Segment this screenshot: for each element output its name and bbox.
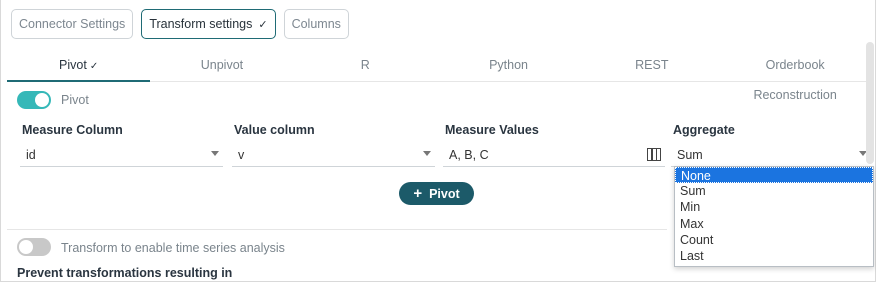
aggregate-option-none[interactable]: None xyxy=(675,167,873,184)
transform-tabs: Pivot ✓ Unpivot R Python REST Orderbook R… xyxy=(7,50,867,102)
aggregate-option-sum[interactable]: Sum xyxy=(675,183,873,199)
aggregate-select[interactable]: Sum xyxy=(671,145,871,167)
value-column-select[interactable]: v xyxy=(232,145,435,167)
aggregate-option-last[interactable]: Last xyxy=(675,248,873,264)
tab-label: Orderbook Reconstruction xyxy=(753,58,837,102)
pivot-button[interactable]: + Pivot xyxy=(399,182,474,205)
tab-label: REST xyxy=(635,58,669,72)
tab-label: R xyxy=(360,58,370,72)
aggregate-header: Aggregate xyxy=(673,123,735,137)
aggregate-option-count[interactable]: Count xyxy=(675,232,873,248)
tab-orderbook-reconstruction[interactable]: Orderbook Reconstruction xyxy=(723,50,866,102)
chevron-down-icon xyxy=(423,151,431,156)
pivot-toggle-label: Pivot xyxy=(61,93,89,107)
wizard-steps: Connector Settings Transform settings ✓ C… xyxy=(11,9,349,39)
step-label: Columns xyxy=(291,17,341,31)
aggregate-options-list: None Sum Min Max Count Last xyxy=(674,166,874,267)
tab-label: Unpivot xyxy=(200,58,244,72)
prevent-transformations-label: Prevent transformations resulting in xyxy=(17,266,233,280)
section-divider xyxy=(7,229,667,230)
step-columns[interactable]: Columns xyxy=(283,9,349,39)
toggle-knob xyxy=(35,93,49,107)
aggregate-option-min[interactable]: Min xyxy=(675,199,873,215)
step-label: Connector Settings xyxy=(19,17,126,31)
tab-label: Pivot xyxy=(59,58,87,72)
check-icon: ✓ xyxy=(89,61,99,72)
tab-pivot[interactable]: Pivot ✓ xyxy=(7,50,151,82)
value-column-value: v xyxy=(238,148,245,162)
measure-values-field[interactable]: A, B, C xyxy=(443,145,665,167)
chevron-down-icon xyxy=(211,151,219,156)
time-series-toggle[interactable] xyxy=(17,238,51,256)
measure-values-value: A, B, C xyxy=(449,148,489,162)
tab-r[interactable]: R xyxy=(294,50,437,81)
aggregate-option-max[interactable]: Max xyxy=(675,216,873,232)
measure-values-header: Measure Values xyxy=(445,123,539,137)
toggle-knob xyxy=(19,240,33,254)
step-label: Transform settings xyxy=(149,17,253,31)
check-icon: ✓ xyxy=(258,18,268,31)
measure-column-header: Measure Column xyxy=(22,123,123,137)
columns-picker-icon[interactable] xyxy=(647,148,661,161)
tab-python[interactable]: Python xyxy=(437,50,580,81)
step-connector-settings[interactable]: Connector Settings xyxy=(11,9,134,39)
measure-column-value: id xyxy=(26,148,36,162)
tab-rest[interactable]: REST xyxy=(580,50,723,81)
pivot-button-label: Pivot xyxy=(429,186,460,201)
scrollbar[interactable] xyxy=(866,42,874,164)
value-column-header: Value column xyxy=(234,123,315,137)
tab-unpivot[interactable]: Unpivot xyxy=(150,50,293,81)
time-series-toggle-label: Transform to enable time series analysis xyxy=(61,241,285,255)
plus-icon: + xyxy=(413,185,423,202)
step-transform-settings[interactable]: Transform settings ✓ xyxy=(141,9,276,39)
tab-label: Python xyxy=(489,58,528,72)
measure-column-select[interactable]: id xyxy=(20,145,223,167)
aggregate-value: Sum xyxy=(677,148,703,162)
pivot-toggle[interactable] xyxy=(17,91,51,109)
